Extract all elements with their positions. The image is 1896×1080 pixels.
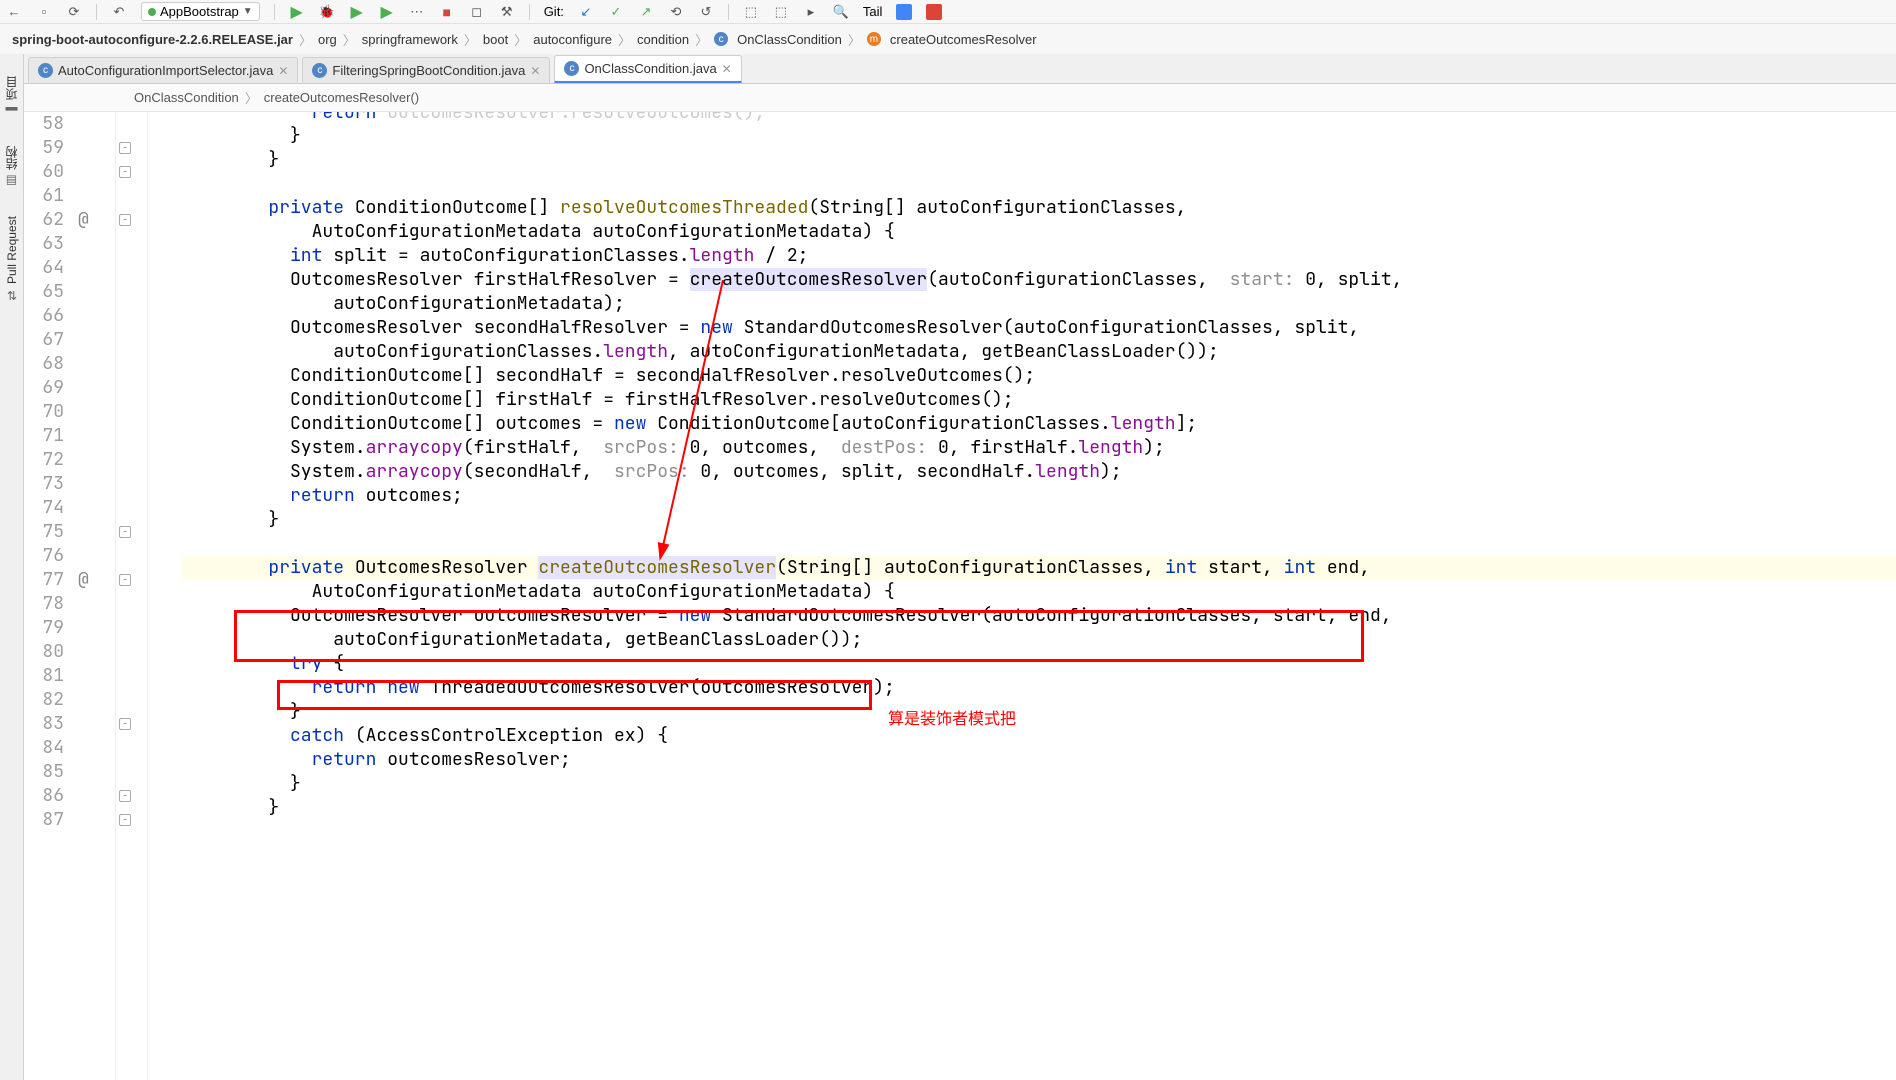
run-icon[interactable]: ▶ [289,4,305,20]
chevron-right-icon: 〉 [464,30,477,49]
override-marker-icon[interactable]: @ [78,208,89,232]
editor-tab[interactable]: cFilteringSpringBootCondition.java✕ [302,57,550,83]
editor-tab[interactable]: cAutoConfigurationImportSelector.java✕ [28,57,298,83]
chevron-right-icon: 〉 [848,30,861,49]
separator [96,4,97,20]
annotation-text: 算是装饰者模式把 [888,708,1016,732]
class-pill-icon: c [714,32,728,46]
main-toolbar: ← ▫ ⟳ ↶ AppBootstrap ▼ ▶ 🐞 ▶ ▶ ⋯ ■ ◻ ⚒ G… [0,0,1896,24]
git-label: Git: [544,4,564,19]
git-rollback-icon[interactable]: ↺ [698,4,714,20]
class-icon: c [312,63,327,78]
run-config-label: AppBootstrap [160,4,239,19]
editor-tab[interactable]: cOnClassCondition.java✕ [554,55,741,83]
fold-toggle-icon[interactable]: - [119,790,131,802]
breadcrumb-class[interactable]: OnClassCondition [737,32,842,47]
fold-gutter: - - - - - - - - [116,112,148,1080]
sidebar-tab-project[interactable]: ▬项目 [1,62,22,132]
breadcrumb-part[interactable]: autoconfigure [533,32,612,47]
search-icon[interactable]: 🔍 [833,4,849,20]
path-class[interactable]: OnClassCondition [134,90,239,105]
git-update-icon[interactable]: ↙ [578,4,594,20]
editor-path-header: OnClassCondition 〉 createOutcomesResolve… [24,84,1896,112]
class-icon: c [564,61,579,76]
breadcrumb-part[interactable]: condition [637,32,689,47]
fold-toggle-icon[interactable]: - [119,814,131,826]
override-marker-icon[interactable]: @ [78,568,89,592]
chevron-right-icon: 〉 [299,30,312,49]
breadcrumb-root[interactable]: spring-boot-autoconfigure-2.2.6.RELEASE.… [12,32,293,47]
status-dot-icon [148,8,156,16]
undo-icon[interactable]: ↶ [111,4,127,20]
fold-toggle-icon[interactable]: - [119,142,131,154]
stop-icon[interactable]: ■ [439,4,455,20]
refresh-icon[interactable]: ⟳ [66,4,82,20]
code-content[interactable]: return outcomesResolver.resolveOutcomes(… [148,112,1896,1080]
plugin-icon[interactable] [896,4,912,20]
play-small-icon[interactable]: ▸ [803,4,819,20]
chevron-right-icon: 〉 [695,30,708,49]
more-icon[interactable]: ⬚ [773,4,789,20]
separator [529,4,530,20]
sidebar-tab-pull-request[interactable]: ⇅Pull Request [3,202,21,316]
chevron-down-icon: ▼ [243,6,253,17]
structure-icon: ▤ [6,174,17,188]
back-icon[interactable]: ← [6,4,22,20]
breadcrumb-method[interactable]: createOutcomesResolver [890,32,1037,47]
breadcrumb: spring-boot-autoconfigure-2.2.6.RELEASE.… [0,24,1896,54]
fold-toggle-icon[interactable]: - [119,574,131,586]
coverage-icon[interactable]: ▶ [349,4,365,20]
pr-icon: ⇅ [6,288,16,302]
editor-tab-bar: cAutoConfigurationImportSelector.java✕ c… [24,54,1896,84]
chevron-right-icon: 〉 [618,30,631,49]
more-icon[interactable]: ⬚ [743,4,759,20]
class-icon: c [38,63,53,78]
fold-toggle-icon[interactable]: - [119,214,131,226]
chevron-right-icon: 〉 [514,30,527,49]
method-pill-icon: m [867,32,881,46]
breadcrumb-part[interactable]: springframework [362,32,458,47]
attach-icon[interactable]: ⋯ [409,4,425,20]
debug-icon[interactable]: 🐞 [319,4,335,20]
git-history-icon[interactable]: ⟲ [668,4,684,20]
git-push-icon[interactable]: ↗ [638,4,654,20]
run-configuration[interactable]: AppBootstrap ▼ [141,2,260,21]
separator [274,4,275,20]
profile-icon[interactable]: ▶ [379,4,395,20]
path-method[interactable]: createOutcomesResolver() [264,90,419,105]
separator [728,4,729,20]
close-icon[interactable]: ✕ [278,64,288,78]
code-editor[interactable]: 5859606162636465666768697071727374757677… [24,112,1896,1080]
sidebar-tab-structure[interactable]: ▤结构 [1,132,22,202]
build-icon[interactable]: ◻ [469,4,485,20]
line-number-gutter: 5859606162636465666768697071727374757677… [24,112,72,1080]
chevron-right-icon: 〉 [343,30,356,49]
save-icon[interactable]: ▫ [36,4,52,20]
folder-icon: ▬ [6,104,18,118]
gutter-annotations: @@ [72,112,116,1080]
fold-toggle-icon[interactable]: - [119,166,131,178]
close-icon[interactable]: ✕ [530,64,540,78]
plugin-icon[interactable] [926,4,942,20]
tool-window-bar: ▬项目 ▤结构 ⇅Pull Request [0,54,24,1080]
close-icon[interactable]: ✕ [722,62,732,76]
fold-toggle-icon[interactable]: - [119,526,131,538]
breadcrumb-part[interactable]: org [318,32,337,47]
hammer-icon[interactable]: ⚒ [499,4,515,20]
chevron-right-icon: 〉 [245,88,258,107]
tail-label: Tail [863,4,883,19]
breadcrumb-part[interactable]: boot [483,32,508,47]
fold-toggle-icon[interactable]: - [119,718,131,730]
git-commit-icon[interactable]: ✓ [608,4,624,20]
